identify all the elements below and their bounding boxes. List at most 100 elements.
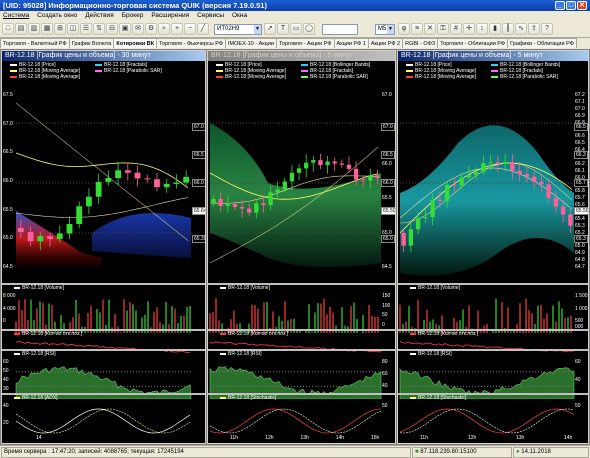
candle [311,155,316,172]
price-tick: 67.5 [3,92,13,98]
legend-swatch [301,63,308,66]
save-icon[interactable]: ▥ [28,23,40,35]
price-panel[interactable] [208,83,395,279]
time-tick: 11h [230,435,238,441]
chart-icon[interactable]: ◫ [67,23,79,35]
text-icon[interactable]: T [277,23,289,35]
rect-icon[interactable]: ▭ [290,23,302,35]
price-tick: 65.7 [575,195,585,202]
lock-icon[interactable]: ⚿ [437,23,449,35]
menu-system[interactable]: Система [0,11,32,21]
minimize-button[interactable]: _ [555,1,565,10]
menu-create-window[interactable]: Создать окно [34,11,80,21]
tab-2[interactable]: Котировки ВК [113,38,158,48]
tab-9[interactable]: Торговля - Облигации РФ [437,38,509,48]
subpanel-tick: 30 [3,386,9,392]
subpanel-swatch [14,286,20,289]
grid-icon[interactable]: # [450,23,462,35]
price-panel[interactable] [398,83,588,279]
price-badge: 66.5 [192,151,205,159]
price-tick: 66.9 [575,112,585,119]
order-icon[interactable]: ⇅ [93,23,105,35]
arrow-icon[interactable]: ➚ [264,23,276,35]
export-icon[interactable]: ⇪ [528,23,540,35]
scale-icon[interactable]: ↕ [476,23,488,35]
legend-swatch [10,75,17,78]
legend-swatch [216,63,223,66]
tab-4[interactable]: IMOEX-10 - Акции [225,38,277,48]
legend-swatch [216,75,223,78]
close-button[interactable]: ✕ [577,1,587,10]
help-icon[interactable]: ? [541,23,553,35]
search-field[interactable] [322,24,358,35]
bar-icon[interactable]: ┃ [502,23,514,35]
candle [183,170,190,187]
menu-windows[interactable]: Окна [229,11,250,21]
legend-swatch [491,69,498,72]
tab-8[interactable]: RGBI - ОФЗ [402,38,439,48]
price-tick: 65.5 [382,195,392,202]
subpanel-swatch [220,396,226,399]
price-badge: 65.64 [192,207,205,215]
legend-swatch [406,63,413,66]
tab-10[interactable]: Графики - Облигации РФ [507,38,577,48]
price-badge: 65.0 [381,235,395,243]
legend-swatch [301,75,308,78]
price-badge: 65.7 [574,179,588,187]
connection-status: ■ 87.118.239.80:15100 [412,447,512,458]
tab-7[interactable]: Акции РФ 2 [367,38,404,48]
linechart-icon[interactable]: ∿ [515,23,527,35]
instrument-select[interactable]: ИТ02Н9 ▼ [214,24,262,35]
line-icon[interactable]: ╱ [197,23,209,35]
legend-label: BR-12.18 [Moving Average] [415,74,477,80]
price-badge: 66.0 [192,179,205,187]
price-tick: 66.2 [575,160,585,167]
interval-select[interactable]: M5 ▼ [375,24,395,35]
zoom-out-icon[interactable]: − [184,23,196,35]
chart-window-title: BR-12.18 [График цены и объема] - 5 мину… [398,51,588,61]
subpanel-tick: 60 [575,359,581,365]
stop-icon[interactable]: ⊟ [106,23,118,35]
chevron-down-icon: ▼ [254,25,261,34]
chart-window-5min-b[interactable]: BR-12.18 [График цены и объема] - 5 мину… [397,50,589,444]
table-icon[interactable]: ⊞ [54,23,66,35]
quote-icon[interactable]: ☰ [80,23,92,35]
price-tick: 65.5 [3,206,13,213]
maximize-button[interactable]: □ [566,1,576,10]
news-icon[interactable]: ✉ [132,23,144,35]
tab-5[interactable]: Торговля - Акции РФ [275,38,335,48]
connection-icon: ■ [415,449,419,455]
chart-window-5min-a[interactable]: BR-12.18 [График цены и объема] - 5 мину… [207,50,396,444]
legend-swatch [95,69,102,72]
crosshair-icon[interactable]: ✛ [463,23,475,35]
tab-0[interactable]: Торговля - Валютный РФ [0,38,70,48]
ellipse-icon[interactable]: ◯ [303,23,315,35]
menu-extensions[interactable]: Расширения [148,11,192,21]
print-icon[interactable]: ▦ [41,23,53,35]
search-icon[interactable]: ⌕ [158,23,170,35]
portfolio-icon[interactable]: ▣ [119,23,131,35]
open-icon[interactable]: ▤ [15,23,27,35]
channel-icon[interactable]: ≡ [411,23,423,35]
tab-6[interactable]: Акции РФ 1 [333,38,369,48]
window-titlebar[interactable]: [UID: 95028] Информационно-торговая сист… [0,0,590,11]
tab-1[interactable]: График Волюта [68,38,115,48]
zoom-in-icon[interactable]: + [171,23,183,35]
new-window-icon[interactable]: □ [2,23,14,35]
chart-window-30min[interactable]: BR-12.18 [График цены и объема] - 30 мин… [1,50,206,444]
price-tick: 65.4 [575,215,585,222]
menu-actions[interactable]: Действия [82,11,116,21]
settings-icon[interactable]: ⚙ [145,23,157,35]
menu-broker[interactable]: Брокер [119,11,147,21]
osc-panel[interactable] [2,401,205,441]
calendar-icon: ● [516,449,520,455]
tab-3[interactable]: Торговля - Фьючерсы РФ [156,38,227,48]
menu-services[interactable]: Сервисы [194,11,227,21]
fib-icon[interactable]: φ [398,23,410,35]
price-panel[interactable] [2,83,205,279]
legend-entry: BR-12.18 [Parabolic SAR] [95,68,162,74]
delete-icon[interactable]: ✕ [424,23,436,35]
candle-icon[interactable]: ▮ [489,23,501,35]
legend-entry: BR-12.18 [Moving Average] [406,74,476,80]
price-tick: 65.0 [3,235,13,242]
